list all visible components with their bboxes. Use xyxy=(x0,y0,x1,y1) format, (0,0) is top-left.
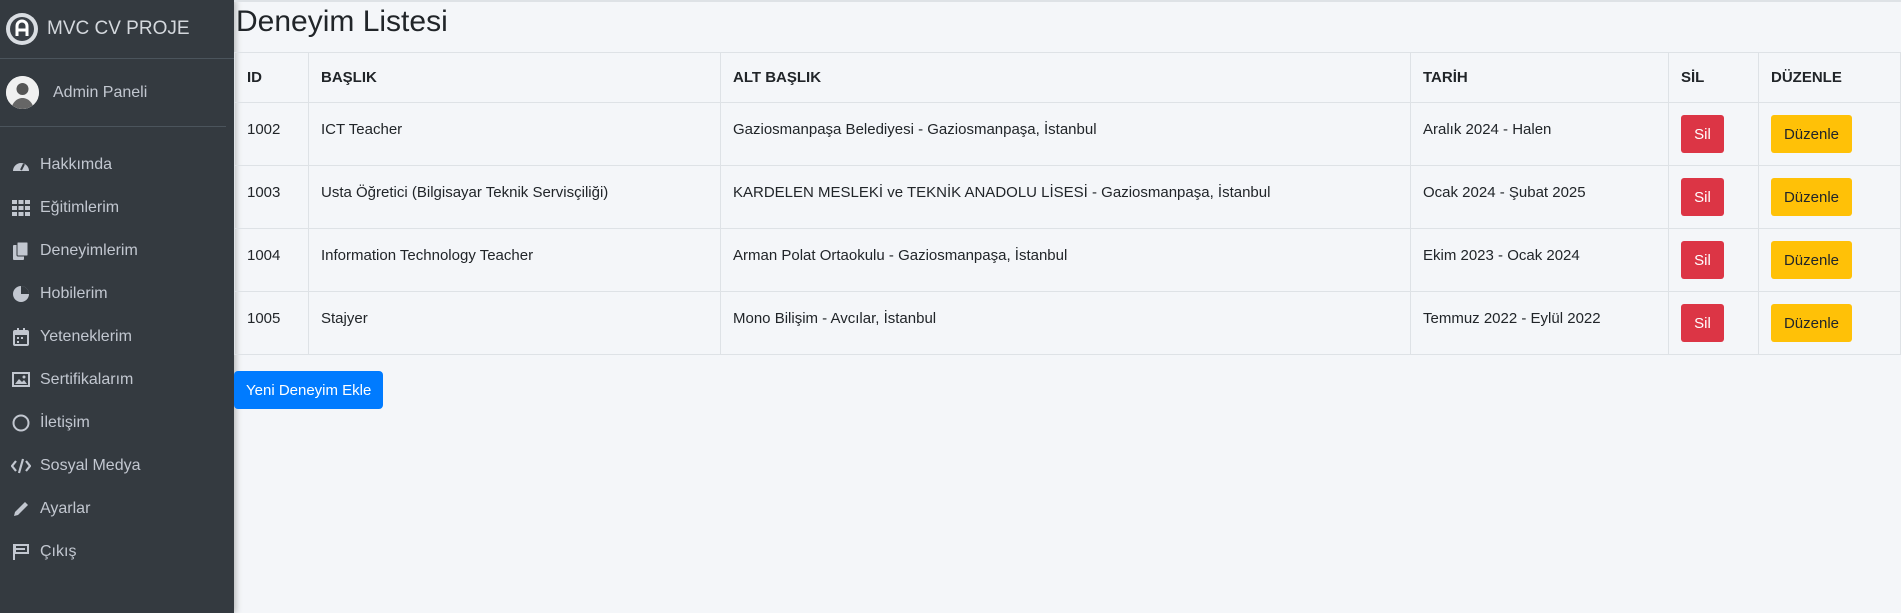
delete-button[interactable]: Sil xyxy=(1681,241,1724,279)
table-row: 1002 ICT Teacher Gaziosmanpaşa Belediyes… xyxy=(234,102,1901,166)
cell-edit: Düzenle xyxy=(1758,102,1901,166)
sidebar-item-deneyimlerim[interactable]: Deneyimlerim xyxy=(0,229,234,272)
sidebar-item-label: Hobilerim xyxy=(40,284,108,302)
delete-button[interactable]: Sil xyxy=(1681,115,1724,153)
cell-title: ICT Teacher xyxy=(308,102,721,166)
sidebar-item-label: Deneyimlerim xyxy=(40,241,138,259)
cell-subtitle: Gaziosmanpaşa Belediyesi - Gaziosmanpaşa… xyxy=(720,102,1411,166)
column-header-id: ID xyxy=(234,52,309,103)
sidebar-item-label: Ayarlar xyxy=(40,499,91,517)
image-icon xyxy=(10,369,32,391)
delete-button[interactable]: Sil xyxy=(1681,304,1724,342)
edit-button[interactable]: Düzenle xyxy=(1771,304,1852,342)
grid-icon xyxy=(10,197,32,219)
flag-icon xyxy=(10,541,32,563)
circle-icon xyxy=(10,412,32,434)
cell-title: Stajyer xyxy=(308,291,721,355)
cell-id: 1005 xyxy=(234,291,309,355)
cell-date: Ocak 2024 - Şubat 2025 xyxy=(1410,165,1669,229)
brand-logo-icon xyxy=(6,13,38,45)
cell-delete: Sil xyxy=(1668,165,1759,229)
sidebar-item-hobilerim[interactable]: Hobilerim xyxy=(0,272,234,315)
sidebar-item-iletisim[interactable]: İletişim xyxy=(0,401,234,444)
sidebar-item-hakkimda[interactable]: Hakkımda xyxy=(0,143,234,186)
sidebar-item-yeteneklerim[interactable]: Yeteneklerim xyxy=(0,315,234,358)
code-icon xyxy=(10,455,32,477)
column-header-baslik: BAŞLIK xyxy=(308,52,721,103)
sidebar-item-cikis[interactable]: Çıkış xyxy=(0,530,234,573)
cell-date: Aralık 2024 - Halen xyxy=(1410,102,1669,166)
cell-id: 1004 xyxy=(234,228,309,292)
table-header-row: ID BAŞLIK ALT BAŞLIK TARİH SİL DÜZENLE xyxy=(234,52,1901,103)
add-experience-button[interactable]: Yeni Deneyim Ekle xyxy=(234,371,384,409)
brand-link[interactable]: MVC CV PROJE xyxy=(0,0,234,59)
copy-file-icon xyxy=(10,240,32,262)
cell-id: 1002 xyxy=(234,102,309,166)
sidebar-item-label: Eğitimlerim xyxy=(40,198,120,216)
table-row: 1004 Information Technology Teacher Arma… xyxy=(234,228,1901,292)
cell-subtitle: Arman Polat Ortaokulu - Gaziosmanpaşa, İ… xyxy=(720,228,1411,292)
sidebar-item-label: Hakkımda xyxy=(40,155,113,173)
sidebar-item-label: Yeteneklerim xyxy=(40,327,132,345)
edit-button[interactable]: Düzenle xyxy=(1771,241,1852,279)
cell-edit: Düzenle xyxy=(1758,228,1901,292)
column-header-alt-baslik: ALT BAŞLIK xyxy=(720,52,1411,103)
sidebar-item-label: Sertifikalarım xyxy=(40,370,134,388)
cell-date: Temmuz 2022 - Eylül 2022 xyxy=(1410,291,1669,355)
sidebar-item-label: İletişim xyxy=(40,413,90,431)
edit-button[interactable]: Düzenle xyxy=(1771,115,1852,153)
delete-button[interactable]: Sil xyxy=(1681,178,1724,216)
table-row: 1003 Usta Öğretici (Bilgisayar Teknik Se… xyxy=(234,165,1901,229)
sidebar-item-egitimlerim[interactable]: Eğitimlerim xyxy=(0,186,234,229)
sidebar-item-label: Sosyal Medya xyxy=(40,456,141,474)
brand-text: MVC CV PROJE xyxy=(47,18,190,39)
sidebar-item-sosyal-medya[interactable]: Sosyal Medya xyxy=(0,444,234,487)
sidebar-item-sertifikalarim[interactable]: Sertifikalarım xyxy=(0,358,234,401)
dashboard-gauge-icon xyxy=(10,154,32,176)
page-title: Deneyim Listesi xyxy=(236,5,448,38)
user-panel[interactable]: Admin Paneli xyxy=(0,59,226,127)
experience-table: ID BAŞLIK ALT BAŞLIK TARİH SİL DÜZENLE 1… xyxy=(234,52,1901,355)
cell-title: Usta Öğretici (Bilgisayar Teknik Servisç… xyxy=(308,165,721,229)
cell-edit: Düzenle xyxy=(1758,165,1901,229)
sidebar-nav: Hakkımda Eğitimlerim Deneyimlerim Hobile… xyxy=(0,127,234,573)
pencil-icon xyxy=(10,498,32,520)
avatar xyxy=(6,76,39,109)
cell-title: Information Technology Teacher xyxy=(308,228,721,292)
sidebar-item-label: Çıkış xyxy=(40,542,77,560)
cell-id: 1003 xyxy=(234,165,309,229)
sidebar: MVC CV PROJE Admin Paneli Hakkımda Eğiti… xyxy=(0,0,234,613)
cell-date: Ekim 2023 - Ocak 2024 xyxy=(1410,228,1669,292)
table-row: 1005 Stajyer Mono Bilişim - Avcılar, İst… xyxy=(234,291,1901,355)
sidebar-item-ayarlar[interactable]: Ayarlar xyxy=(0,487,234,530)
edit-button[interactable]: Düzenle xyxy=(1771,178,1852,216)
cell-delete: Sil xyxy=(1668,102,1759,166)
cell-delete: Sil xyxy=(1668,228,1759,292)
user-name: Admin Paneli xyxy=(53,83,148,101)
pie-chart-icon xyxy=(10,283,32,305)
cell-subtitle: Mono Bilişim - Avcılar, İstanbul xyxy=(720,291,1411,355)
calendar-icon xyxy=(10,326,32,348)
cell-delete: Sil xyxy=(1668,291,1759,355)
column-header-tarih: TARİH xyxy=(1410,52,1669,103)
cell-subtitle: KARDELEN MESLEKİ ve TEKNİK ANADOLU LİSES… xyxy=(720,165,1411,229)
main-content: Deneyim Listesi ID BAŞLIK ALT BAŞLIK TAR… xyxy=(234,0,1901,613)
column-header-duzenle: DÜZENLE xyxy=(1758,52,1901,103)
cell-edit: Düzenle xyxy=(1758,291,1901,355)
column-header-sil: SİL xyxy=(1668,52,1759,103)
